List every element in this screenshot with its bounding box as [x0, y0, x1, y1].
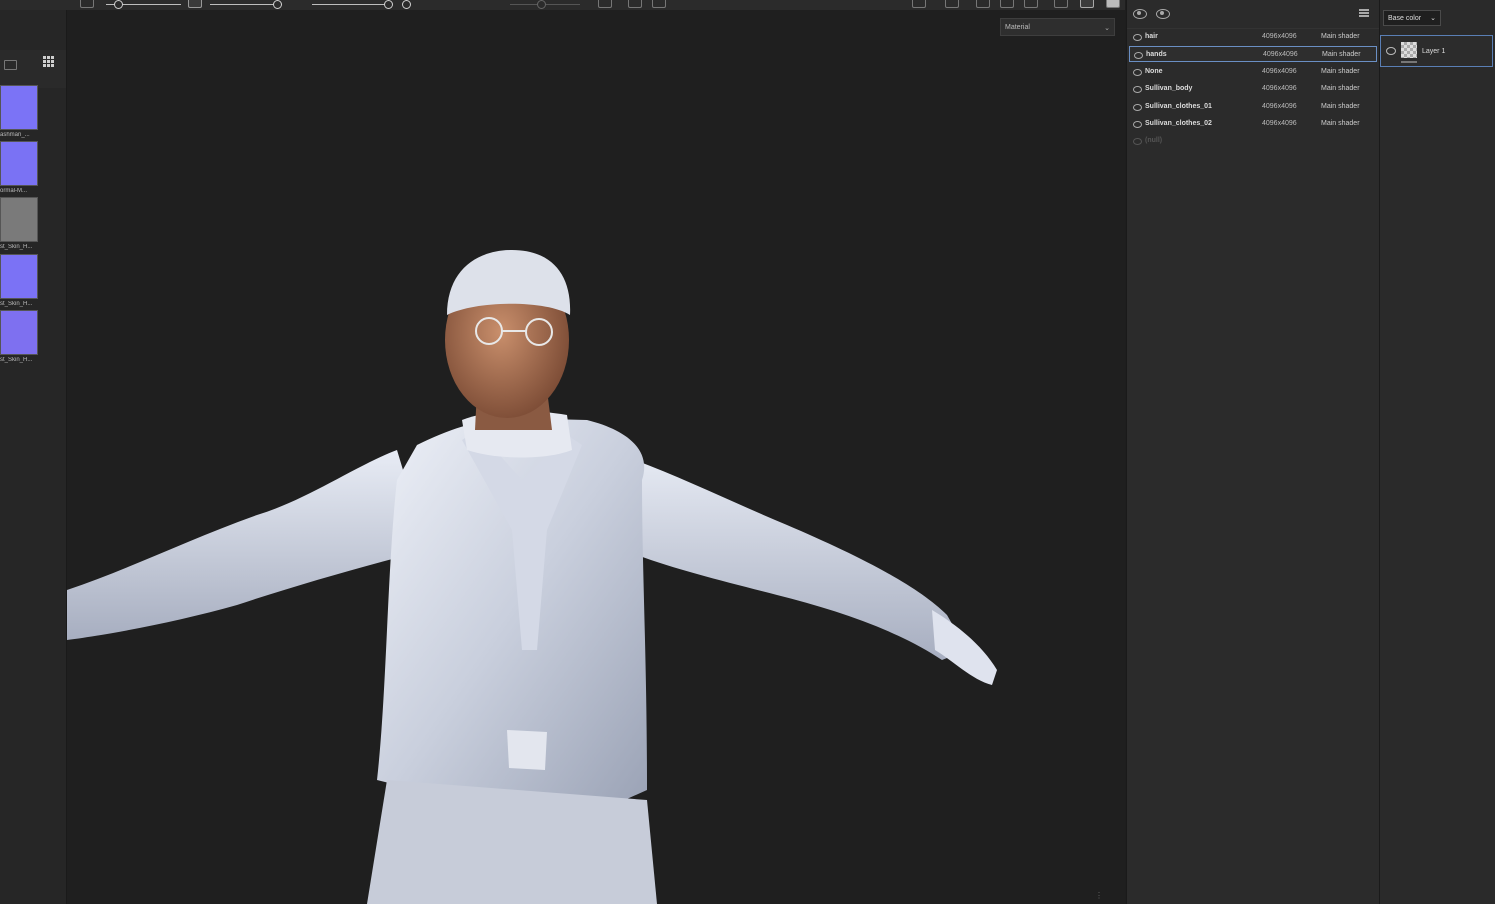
eye-icon[interactable] — [1133, 103, 1142, 111]
viewport-mode-dropdown[interactable]: Material ⌄ — [1000, 18, 1115, 36]
chevron-down-icon: ⌄ — [1104, 25, 1110, 32]
texture-set-resolution: 4096x4096 — [1263, 51, 1298, 59]
texture-set-list-panel: hair 4096x4096 Main shader hands 4096x4096 Ma… — [1126, 0, 1379, 904]
spacing-slider-handle[interactable] — [402, 0, 411, 9]
hide-all-icon[interactable] — [1133, 9, 1147, 19]
eye-icon[interactable] — [1133, 138, 1142, 146]
camera-icon[interactable] — [628, 0, 642, 8]
view-mode-icon[interactable] — [976, 0, 990, 8]
image-icon[interactable] — [4, 60, 17, 70]
texture-set-row[interactable]: hands 4096x4096 Main shader — [1129, 46, 1377, 63]
layer-thumbnail — [1401, 42, 1417, 58]
texture-set-shader: Main shader — [1322, 51, 1361, 59]
chevron-down-icon: ⌄ — [1430, 15, 1436, 22]
texture-preview — [0, 310, 38, 355]
eye-icon[interactable] — [1133, 34, 1142, 41]
texture-set-resolution: 4096x4096 — [1262, 85, 1297, 93]
lazy-mouse-icon[interactable] — [652, 0, 666, 8]
texture-set-name: hands — [1146, 51, 1167, 59]
texture-thumbnail-item[interactable]: ormal-M... — [0, 141, 38, 194]
texture-set-name: Sullivan_body — [1145, 85, 1193, 93]
texture-set-name: Sullivan_clothes_01 — [1145, 102, 1212, 110]
texture-set-resolution: 4096x4096 — [1262, 33, 1297, 40]
texture-label: st_Skin_H... — [0, 301, 33, 307]
channel-dropdown[interactable]: Base color ⌄ — [1383, 10, 1441, 26]
layer-name: Layer 1 — [1422, 48, 1446, 55]
texture-set-resolution: 4096x4096 — [1262, 67, 1297, 75]
paint-tool-icon[interactable] — [1080, 0, 1094, 8]
panel-menu-icon[interactable] — [1359, 9, 1369, 11]
size-slider-handle[interactable] — [114, 0, 123, 9]
texture-thumbnail-item[interactable]: st_Skin_H... — [0, 197, 38, 250]
viewport-mode-label: Material — [1005, 24, 1030, 31]
eye-icon[interactable] — [1134, 52, 1143, 60]
eye-icon[interactable] — [1133, 121, 1142, 128]
texture-set-shader: Main shader — [1321, 85, 1360, 93]
opacity-slider-handle[interactable] — [384, 0, 393, 9]
symmetry-icon[interactable] — [598, 0, 612, 8]
texture-label: st_Skin_H... — [0, 357, 33, 363]
texture-label: st_Skin_H... — [0, 244, 33, 250]
eye-icon[interactable] — [1133, 68, 1142, 76]
texture-preview — [0, 85, 38, 130]
angle-slider-handle[interactable] — [537, 0, 546, 9]
grid-view-icon[interactable] — [43, 56, 55, 68]
axis-gizmo-icon: ⋮ — [1095, 891, 1103, 900]
top-toolbar — [0, 0, 1125, 10]
texture-set-name: (null) — [1145, 137, 1163, 145]
projection-icon[interactable] — [1024, 0, 1038, 8]
texture-set-shader: Main shader — [1321, 67, 1360, 75]
texture-preview — [0, 254, 38, 299]
flow-icon[interactable] — [188, 0, 202, 8]
texture-set-row[interactable]: Sullivan_body 4096x4096 Main shader — [1129, 81, 1377, 97]
flow-slider-handle[interactable] — [273, 0, 282, 9]
shelf-header — [0, 50, 66, 88]
channel-label: Base color — [1388, 15, 1422, 22]
3d-viewport[interactable]: Material ⌄ ⋮ — [67, 10, 1125, 904]
flow-slider[interactable] — [210, 4, 282, 5]
texture-thumbnail-item[interactable]: ashman_... — [0, 85, 38, 138]
texture-preview — [0, 141, 38, 186]
polygon-fill-icon[interactable] — [1000, 0, 1014, 8]
texture-set-row[interactable]: Sullivan_clothes_01 4096x4096 Main shader — [1129, 99, 1377, 115]
render-icon[interactable] — [945, 0, 959, 8]
brush-options-icon[interactable] — [80, 0, 94, 8]
texture-set-resolution: 4096x4096 — [1262, 120, 1297, 127]
texture-set-shader: Main shader — [1321, 33, 1360, 40]
texture-label: ashman_... — [0, 132, 30, 138]
texture-set-row[interactable]: (null) — [1129, 133, 1377, 149]
texture-shelf: ashman_... ormal-M... st_Skin_H... st_Skin_… — [0, 10, 67, 904]
texture-thumbnail-item[interactable]: st_Skin_H... — [0, 254, 38, 307]
show-all-icon[interactable] — [1156, 9, 1170, 19]
texture-set-header — [1127, 0, 1379, 29]
character-model[interactable] — [67, 10, 1125, 904]
texture-set-row[interactable]: None 4096x4096 Main shader — [1129, 64, 1377, 80]
texture-set-row[interactable]: hair 4096x4096 Main shader — [1129, 29, 1377, 45]
texture-set-name: hair — [1145, 33, 1158, 40]
texture-set-resolution: 4096x4096 — [1262, 102, 1297, 110]
texture-set-row[interactable]: Sullivan_clothes_02 4096x4096 Main shader — [1129, 116, 1377, 132]
screenshot-icon[interactable] — [1106, 0, 1120, 8]
layer-row[interactable]: Layer 1 — [1380, 35, 1493, 67]
texture-label: ormal-M... — [0, 188, 27, 194]
move-icon[interactable] — [1054, 0, 1068, 8]
texture-set-shader: Main shader — [1321, 120, 1360, 127]
mask-indicator — [1401, 61, 1417, 63]
texture-preview — [0, 197, 38, 242]
display-icon[interactable] — [912, 0, 926, 8]
eye-icon[interactable] — [1386, 47, 1396, 55]
texture-set-shader: Main shader — [1321, 102, 1360, 110]
texture-set-name: Sullivan_clothes_02 — [1145, 120, 1212, 127]
eye-icon[interactable] — [1133, 86, 1142, 94]
texture-thumbnail-item[interactable]: st_Skin_H... — [0, 310, 38, 363]
layers-panel: Base color ⌄ Layer 1 — [1379, 0, 1495, 904]
opacity-slider[interactable] — [312, 4, 392, 5]
texture-set-name: None — [1145, 67, 1163, 75]
